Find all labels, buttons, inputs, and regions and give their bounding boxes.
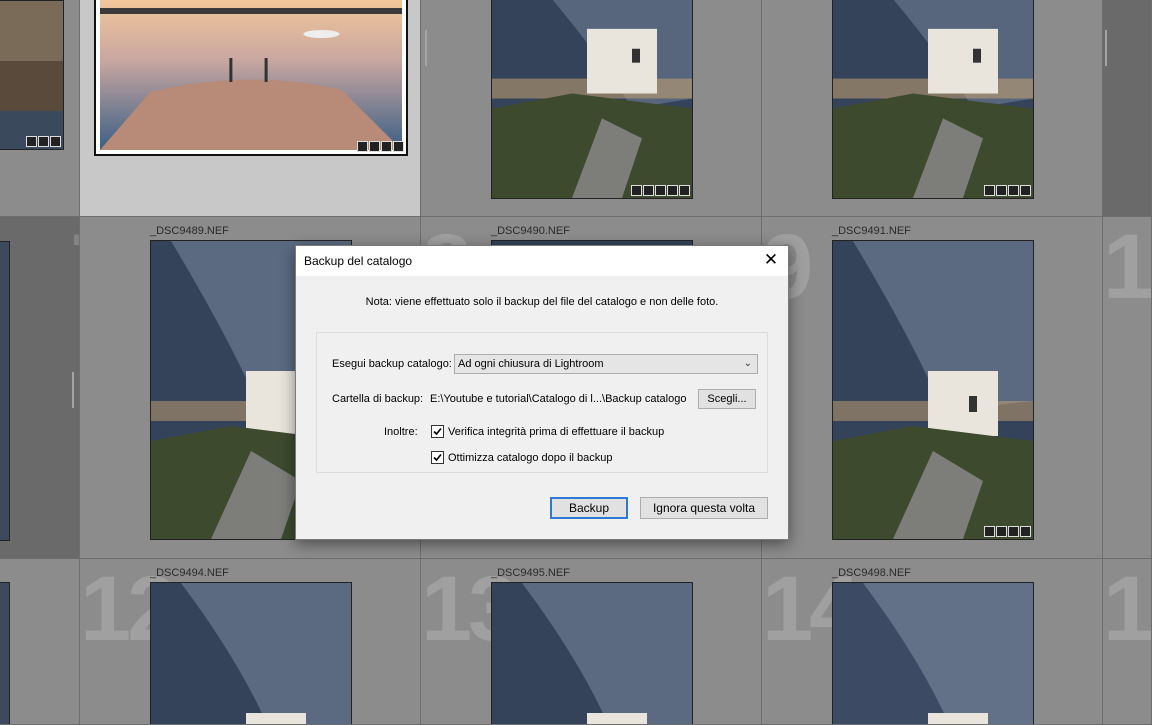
photo-thumbnail[interactable] [0,0,64,150]
verify-integrity-checkbox[interactable] [431,425,444,438]
grid-cell[interactable]: 7 [0,217,80,559]
backup-catalog-dialog: Backup del catalogo ✕ Nota: viene effett… [295,245,789,540]
dialog-titlebar: Backup del catalogo ✕ [296,246,788,276]
grid-cell-selected[interactable] [80,0,421,217]
backup-frequency-select[interactable]: Ad ogni chiusura di Lightroom ⌄ [454,354,758,374]
photo-filename: _DSC9495.NEF [491,567,570,579]
grid-cell[interactable]: 12 _DSC9494.NEF [80,559,421,725]
cell-number: 10 [1103,217,1151,318]
grid-cell[interactable] [762,0,1103,217]
photo-thumbnail[interactable] [491,0,693,199]
photo-filename: _DSC9491.NEF [832,225,911,237]
photo-filename: _DSC9489.NEF [150,225,229,237]
photo-thumbnail[interactable] [0,582,10,724]
photo-filename: _DSC9490.NEF [491,225,570,237]
optimize-catalog-label: Ottimizza catalogo dopo il backup [448,452,613,464]
close-icon[interactable]: ✕ [762,251,780,269]
dialog-title: Backup del catalogo [304,254,413,268]
grid-cell[interactable] [0,559,80,725]
photo-thumbnail[interactable] [0,241,10,541]
photo-thumbnail[interactable] [832,582,1034,724]
grid-cell[interactable] [0,0,80,217]
choose-folder-button[interactable]: Scegli... [698,389,756,409]
cell-number: 15 [1103,559,1151,660]
also-label: Inoltre: [384,426,418,438]
grid-cell[interactable]: 13 _DSC9495.NEF [421,559,762,725]
photo-thumbnail[interactable] [94,0,408,156]
chevron-down-icon: ⌄ [743,358,752,369]
dialog-note: Nota: viene effettuato solo il backup de… [365,296,719,308]
grid-cell[interactable]: 10 [1103,217,1152,559]
backup-button[interactable]: Backup [550,497,628,519]
photo-thumbnail[interactable] [491,582,693,724]
grid-cell[interactable]: 14 _DSC9498.NEF [762,559,1103,725]
grid-cell[interactable]: 15 [1103,559,1152,725]
photo-filename: _DSC9498.NEF [832,567,911,579]
photo-thumbnail[interactable] [832,0,1034,199]
photo-thumbnail[interactable] [150,582,352,724]
photo-filename: _DSC9494.NEF [150,567,229,579]
grid-cell[interactable] [421,0,762,217]
backup-frequency-value: Ad ogni chiusura di Lightroom [458,358,604,370]
grid-cell[interactable] [1103,0,1152,217]
backup-folder-label: Cartella di backup: [332,393,424,405]
backup-frequency-label: Esegui backup catalogo: [332,358,452,370]
skip-this-time-button[interactable]: Ignora questa volta [640,497,768,519]
backup-folder-path: E:\Youtube e tutorial\Catalogo di l...\B… [430,393,687,405]
grid-cell[interactable]: 9 _DSC9491.NEF [762,217,1103,559]
optimize-catalog-checkbox[interactable] [431,451,444,464]
photo-thumbnail[interactable] [832,240,1034,540]
cell-number: 7 [70,221,79,313]
verify-integrity-label: Verifica integrità prima di effettuare i… [448,426,665,438]
